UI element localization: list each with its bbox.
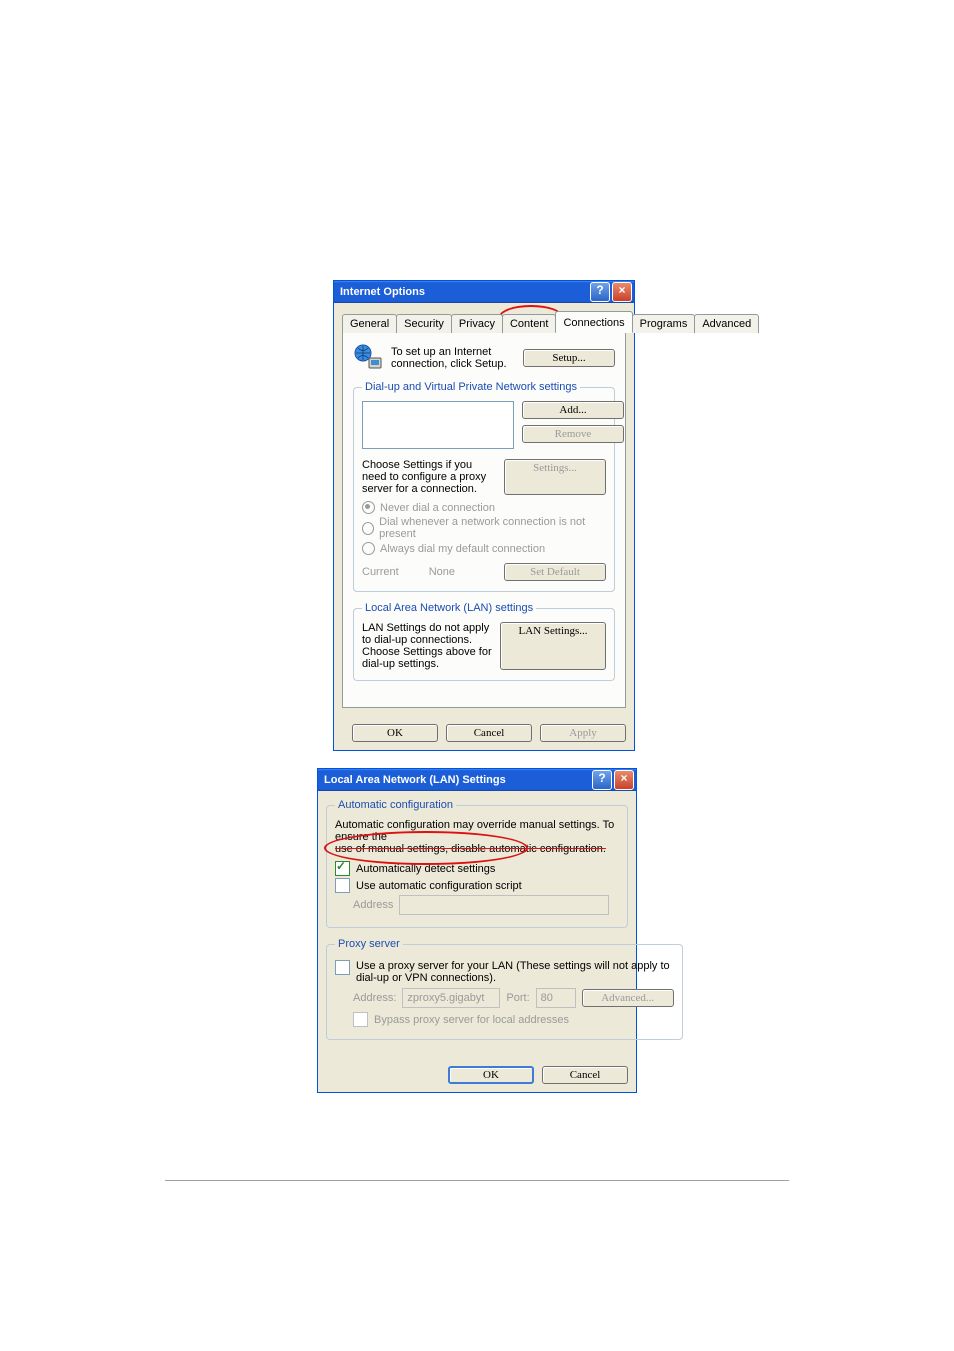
tab-strip: General Security Privacy Content Connect…: [342, 311, 626, 332]
remove-button: Remove: [522, 425, 624, 443]
apply-button: Apply: [540, 724, 626, 742]
tab-programs[interactable]: Programs: [632, 314, 696, 333]
proxy-port-input: 80: [536, 988, 576, 1008]
setup-button[interactable]: Setup...: [523, 349, 615, 367]
lan-settings-text: LAN Settings do not apply to dial-up con…: [362, 622, 492, 670]
radio-icon: [362, 542, 375, 555]
proxy-server-legend: Proxy server: [335, 938, 403, 950]
tab-connections[interactable]: Connections: [555, 311, 632, 333]
use-proxy-label: Use a proxy server for your LAN (These s…: [356, 960, 674, 984]
radio-never-dial: Never dial a connection: [362, 501, 606, 514]
address-label: Address: [353, 899, 393, 911]
help-icon[interactable]: ?: [592, 770, 612, 790]
radio-icon: [362, 522, 374, 535]
checkbox-icon[interactable]: [335, 878, 350, 893]
tab-security[interactable]: Security: [396, 314, 452, 333]
auto-script-label: Use automatic configuration script: [356, 880, 522, 892]
dialog-footer: OK Cancel: [318, 1058, 636, 1092]
lan-settings-dialog: Local Area Network (LAN) Settings ? × Au…: [317, 768, 637, 1093]
auto-detect-label: Automatically detect settings: [356, 863, 495, 875]
radio-always-dial: Always dial my default connection: [362, 542, 606, 555]
tab-page-connections: To set up an Internet connection, click …: [342, 332, 626, 708]
proxy-address-input: zproxy5.gigabyt: [402, 988, 500, 1008]
dialup-vpn-group: Dial-up and Virtual Private Network sett…: [353, 381, 615, 592]
tab-general[interactable]: General: [342, 314, 397, 333]
script-address-input: [399, 895, 609, 915]
ok-button[interactable]: OK: [448, 1066, 534, 1084]
proxy-server-group: Proxy server Use a proxy server for your…: [326, 938, 683, 1040]
automatic-config-legend: Automatic configuration: [335, 799, 456, 811]
close-icon[interactable]: ×: [614, 770, 634, 790]
checkbox-icon: [353, 1012, 368, 1027]
lan-settings-group: Local Area Network (LAN) settings LAN Se…: [353, 602, 615, 681]
ok-button[interactable]: OK: [352, 724, 438, 742]
current-label: Current: [362, 566, 399, 578]
checkbox-icon[interactable]: [335, 960, 350, 975]
tab-advanced[interactable]: Advanced: [694, 314, 759, 333]
automatic-config-group: Automatic configuration Automatic config…: [326, 799, 628, 928]
dial-settings-button: Settings...: [504, 459, 606, 495]
checkbox-checked-icon[interactable]: [335, 861, 350, 876]
use-proxy-row[interactable]: Use a proxy server for your LAN (These s…: [335, 960, 674, 984]
settings-hint: Choose Settings if you need to configure…: [362, 459, 496, 495]
dialog-title: Internet Options: [340, 286, 425, 298]
titlebar[interactable]: Local Area Network (LAN) Settings ? ×: [318, 769, 636, 791]
globe-connection-icon: [353, 343, 383, 373]
radio-dial-when-absent: Dial whenever a network connection is no…: [362, 516, 606, 540]
internet-options-dialog: Internet Options ? × General Security Pr…: [333, 280, 635, 751]
advanced-button: Advanced...: [582, 989, 674, 1007]
proxy-address-label: Address:: [353, 992, 396, 1004]
help-icon[interactable]: ?: [590, 282, 610, 302]
set-default-button: Set Default: [504, 563, 606, 581]
lan-settings-legend: Local Area Network (LAN) settings: [362, 602, 536, 614]
titlebar[interactable]: Internet Options ? ×: [334, 281, 634, 303]
cancel-button[interactable]: Cancel: [542, 1066, 628, 1084]
tab-privacy[interactable]: Privacy: [451, 314, 503, 333]
bypass-label: Bypass proxy server for local addresses: [374, 1014, 569, 1026]
auto-script-row[interactable]: Use automatic configuration script: [335, 878, 619, 893]
cancel-button[interactable]: Cancel: [446, 724, 532, 742]
add-button[interactable]: Add...: [522, 401, 624, 419]
dialog-title: Local Area Network (LAN) Settings: [324, 774, 506, 786]
tab-content[interactable]: Content: [502, 314, 557, 333]
lan-settings-button[interactable]: LAN Settings...: [500, 622, 606, 670]
dialup-vpn-legend: Dial-up and Virtual Private Network sett…: [362, 381, 580, 393]
proxy-port-label: Port:: [506, 992, 529, 1004]
current-value: None: [429, 566, 474, 578]
page-divider: [165, 1180, 789, 1181]
setup-text: To set up an Internet connection, click …: [391, 346, 515, 370]
dialog-footer: OK Cancel Apply: [334, 716, 634, 750]
connections-listbox[interactable]: [362, 401, 514, 449]
radio-icon: [362, 501, 375, 514]
auto-detect-row[interactable]: Automatically detect settings: [335, 861, 619, 876]
auto-config-description: Automatic configuration may override man…: [335, 819, 619, 855]
close-icon[interactable]: ×: [612, 282, 632, 302]
